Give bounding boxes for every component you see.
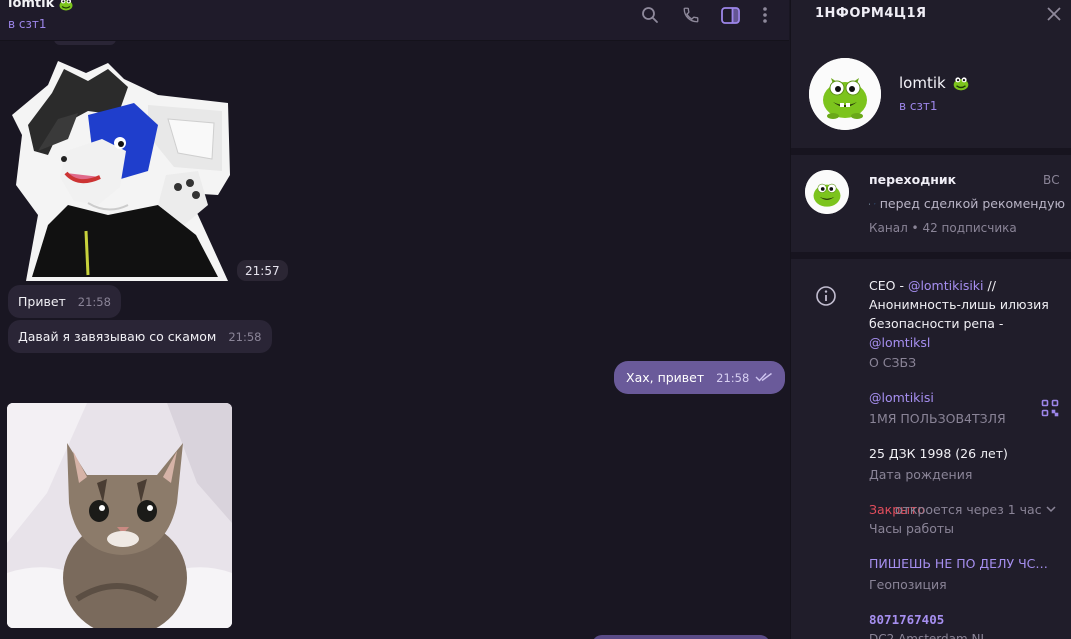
channel-subscribers: Канал • 42 подписчика — [869, 221, 1017, 235]
message-text: Хах, привет — [626, 370, 705, 385]
phone-value[interactable]: 8071767405 — [869, 612, 944, 627]
bio-label: О СЗБЗ — [869, 355, 917, 370]
sidebar-toggle-icon[interactable] — [719, 4, 741, 26]
avatar[interactable] — [809, 58, 881, 130]
qr-code-icon[interactable] — [1041, 399, 1059, 417]
chat-pane: lomtik в сзт1 21:57 Привет 21:58 Давай я… — [0, 0, 789, 639]
phone-label: DC2 Amsterdam NL — [869, 632, 988, 639]
incoming-message-1[interactable]: Привет 21:58 — [8, 285, 121, 318]
furry-sticker-image — [12, 61, 230, 281]
bio-prefix: CEO - — [869, 278, 908, 293]
telegram-window: lomtik в сзт1 21:57 Привет 21:58 Давай я… — [0, 0, 1071, 639]
om-nom-emoji-icon — [59, 0, 73, 10]
info-panel-title: 1НФОРМ4Ц1Я — [815, 6, 927, 21]
hours-opens-label: откроется через 1 час — [895, 502, 1042, 517]
channel-last-post-day: ВС — [1043, 173, 1060, 187]
message-time: 21:58 — [228, 329, 262, 344]
om-nom-avatar-image — [809, 58, 881, 130]
sticker-time: 21:57 — [237, 260, 288, 281]
bio-mention-link[interactable]: @lomtikisiki — [908, 278, 984, 293]
birthday-label: Дата рождения — [869, 467, 973, 482]
message-list[interactable]: 21:57 Привет 21:58 Давай я завязываю со … — [0, 33, 789, 639]
channel-name[interactable]: переходник — [869, 172, 956, 187]
profile-name-text: lomtik — [899, 74, 946, 92]
profile-name: lomtik — [899, 74, 970, 92]
message-text: Давай я завязываю со скамом — [18, 329, 217, 344]
hours-opens-text[interactable]: откроется через 1 час — [895, 502, 1056, 517]
chat-title-text: lomtik — [8, 0, 55, 11]
geo-label: Геопозиция — [869, 577, 947, 592]
close-icon[interactable] — [1045, 5, 1063, 23]
message-time: 21:58 — [716, 370, 750, 385]
geo-value[interactable]: ПИШЕШЬ НЕ ПО ДЕЛУ ЧС - БЛОК — [869, 556, 1049, 571]
username-value[interactable]: @lomtikisi — [869, 390, 934, 405]
om-nom-avatar-image — [805, 170, 849, 214]
bio-text: CEO - @lomtikisiki //Анонимность-лишь ил… — [869, 276, 1059, 352]
info-icon — [815, 285, 837, 307]
more-vert-icon[interactable] — [754, 4, 776, 26]
phone-icon[interactable] — [680, 4, 702, 26]
channel-preview-text: перед сделкой рекомендую — [879, 196, 1065, 211]
photo-thumbnail-icon — [869, 202, 871, 205]
photo-message[interactable] — [7, 403, 232, 628]
profile-status: в сзт1 — [899, 99, 938, 113]
om-nom-emoji-icon — [953, 77, 969, 91]
chat-title[interactable]: lomtik — [8, 0, 74, 11]
bio-mention-link-2[interactable]: @lomtiksl — [869, 335, 930, 350]
message-text: Привет — [18, 294, 66, 309]
search-icon[interactable] — [639, 4, 661, 26]
telegram-ads-icon — [874, 202, 876, 205]
channel-avatar[interactable] — [805, 170, 849, 214]
sticker-message[interactable] — [8, 55, 236, 281]
message-time: 21:58 — [77, 294, 111, 309]
hours-label: Часы работы — [869, 521, 955, 536]
channel-preview[interactable]: перед сделкой рекомендую — [869, 196, 1065, 211]
kitten-photo-image — [7, 403, 232, 628]
chat-header[interactable]: lomtik в сзт1 — [0, 0, 789, 41]
partial-outgoing-bubble — [592, 635, 770, 639]
user-info-panel: 1НФОРМ4Ц1Я lomtik в сзт1 переходник ВС п… — [790, 0, 1071, 639]
section-divider — [791, 148, 1071, 155]
chevron-down-icon — [1046, 506, 1056, 513]
incoming-message-2[interactable]: Давай я завязываю со скамом 21:58 — [8, 320, 272, 353]
section-divider — [791, 252, 1071, 259]
double-check-icon — [755, 370, 773, 385]
username-label: 1МЯ ПОЛЬЗОВ4ТЗЛЯ — [869, 411, 1006, 426]
outgoing-message-1[interactable]: Хах, привет 21:58 — [614, 361, 786, 394]
chat-status: в сзт1 — [8, 17, 47, 31]
birthday-value: 25 ДЗК 1998 (26 лет) — [869, 446, 1008, 461]
